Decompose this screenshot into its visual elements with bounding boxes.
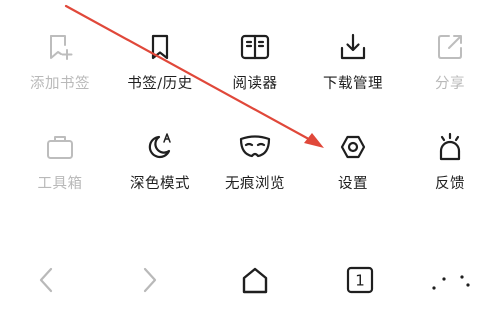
menu-item-label: 阅读器 xyxy=(232,76,278,92)
menu-item-feedback[interactable]: 反馈 xyxy=(400,100,500,195)
menu-item-label: 反馈 xyxy=(435,176,465,192)
tab-count: 1 xyxy=(355,272,365,290)
settings-icon xyxy=(336,130,370,164)
menu-item-dark-mode[interactable]: 深色模式 xyxy=(110,100,210,195)
menu-item-settings[interactable]: 设置 xyxy=(303,100,403,195)
menu-item-label: 下载管理 xyxy=(323,76,383,92)
bookmark-icon xyxy=(143,30,177,64)
menu-item-share[interactable]: 分享 xyxy=(400,0,500,95)
home-icon xyxy=(242,267,268,294)
menu-item-add-bookmark[interactable]: 添加书签 xyxy=(10,0,110,95)
menu-item-incognito[interactable]: 无痕浏览 xyxy=(205,100,305,195)
menu-item-label: 书签/历史 xyxy=(127,76,193,92)
download-icon xyxy=(336,30,370,64)
toolbox-icon xyxy=(43,130,77,164)
tabs-count-icon: 1 xyxy=(346,266,374,294)
reader-icon xyxy=(238,30,272,64)
menu-item-label: 添加书签 xyxy=(30,76,90,92)
menu-item-download-manager[interactable]: 下载管理 xyxy=(303,0,403,95)
menu-item-label: 分享 xyxy=(435,76,465,92)
tabs-button[interactable]: 1 xyxy=(340,260,380,300)
add-bookmark-icon xyxy=(43,30,77,64)
menu-item-label: 工具箱 xyxy=(37,176,83,192)
chevron-left-icon xyxy=(39,267,53,293)
more-menu-button[interactable] xyxy=(428,260,478,300)
chevron-right-icon xyxy=(143,267,157,293)
menu-item-label: 设置 xyxy=(338,176,368,192)
feedback-icon xyxy=(433,130,467,164)
menu-item-bookmarks-history[interactable]: 书签/历史 xyxy=(110,0,210,95)
menu-item-label: 深色模式 xyxy=(130,176,190,192)
menu-item-reader[interactable]: 阅读器 xyxy=(205,0,305,95)
incognito-mask-icon xyxy=(238,130,272,164)
share-icon xyxy=(433,30,467,64)
browser-menu-panel: 添加书签 书签/历史 阅读器 下载管理 分享 工具箱 深色模式 无痕浏览 设置 … xyxy=(0,0,500,230)
dark-mode-icon xyxy=(143,130,177,164)
home-button[interactable] xyxy=(235,260,275,300)
menu-item-label: 无痕浏览 xyxy=(225,176,285,192)
back-button[interactable] xyxy=(26,260,66,300)
forward-button[interactable] xyxy=(130,260,170,300)
more-dots-icon xyxy=(432,275,470,290)
bottom-navigation-bar: 1 xyxy=(0,245,500,315)
menu-item-toolbox[interactable]: 工具箱 xyxy=(10,100,110,195)
